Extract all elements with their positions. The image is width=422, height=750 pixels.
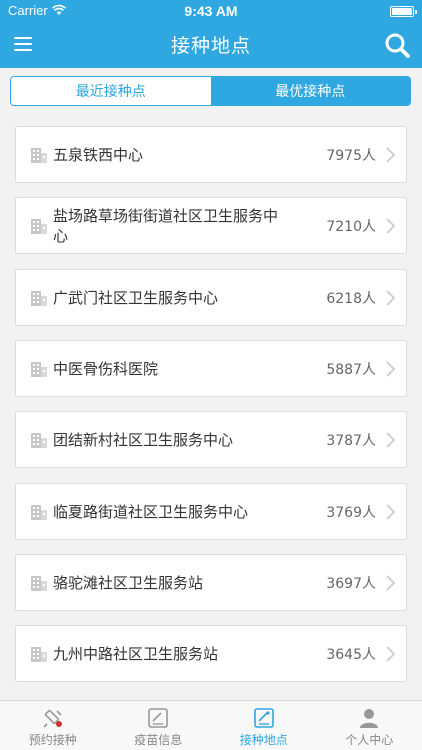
building-icon	[31, 504, 47, 520]
status-time: 9:43 AM	[184, 3, 238, 19]
chevron-right-icon	[386, 146, 395, 163]
building-icon	[31, 575, 47, 591]
site-filter-segment: 最近接种点 最优接种点	[10, 76, 411, 106]
tab-sites[interactable]: 接种地点	[211, 701, 317, 750]
tab-profile[interactable]: 个人中心	[317, 701, 422, 750]
site-name: 九州中路社区卫生服务站	[53, 644, 219, 663]
site-card[interactable]: 盐场路草场街街道社区卫生服务中心 7210人	[15, 197, 407, 254]
building-icon	[31, 361, 47, 377]
tab-label-sites: 接种地点	[239, 733, 288, 747]
site-card[interactable]: 中医骨伤科医院 5887人	[15, 340, 407, 397]
site-name: 临夏路街道社区卫生服务中心	[53, 502, 249, 521]
site-card[interactable]: 团结新村社区卫生服务中心 3787人	[15, 411, 407, 468]
site-name: 五泉铁西中心	[53, 145, 144, 164]
location-board-icon	[253, 708, 274, 728]
tab-appointment[interactable]: 预约接种	[0, 701, 106, 750]
site-count: 3769人	[326, 504, 376, 521]
site-name: 盐场路草场街街道社区卫生服务中心	[53, 206, 279, 245]
site-card[interactable]: 九州中路社区卫生服务站 3645人	[15, 625, 407, 682]
chevron-right-icon	[386, 645, 395, 662]
tab-label-profile: 个人中心	[345, 733, 394, 747]
site-card[interactable]: 五泉铁西中心 7975人	[15, 126, 407, 183]
site-card[interactable]: 广武门社区卫生服务中心 6218人	[15, 269, 407, 326]
person-icon	[360, 709, 379, 728]
site-count: 3697人	[326, 575, 376, 592]
site-count: 6218人	[326, 290, 376, 307]
site-count: 3787人	[326, 432, 376, 449]
tab-bar: 预约接种 疫苗信息 接种地点 个人中心	[0, 700, 422, 750]
site-name: 中医骨伤科医院	[53, 359, 159, 378]
site-count: 7975人	[326, 147, 376, 164]
nav-bar: 接种地点	[0, 22, 422, 68]
search-icon[interactable]	[384, 32, 410, 58]
tab-label-vaccine-info: 疫苗信息	[134, 733, 183, 747]
site-name: 团结新村社区卫生服务中心	[53, 430, 234, 449]
chevron-right-icon	[386, 574, 395, 591]
chevron-right-icon	[386, 217, 395, 234]
site-name: 广武门社区卫生服务中心	[53, 288, 219, 307]
tab-best-sites[interactable]: 最优接种点	[210, 77, 410, 105]
syringe-icon	[43, 709, 62, 728]
site-count: 5887人	[326, 361, 376, 378]
page-title: 接种地点	[170, 35, 251, 57]
site-count: 3645人	[326, 646, 376, 663]
tab-vaccine-info[interactable]: 疫苗信息	[106, 701, 212, 750]
vaccine-info-icon	[148, 708, 169, 728]
building-icon	[31, 432, 47, 448]
tab-label-appointment: 预约接种	[28, 733, 77, 747]
site-card[interactable]: 骆驼滩社区卫生服务站 3697人	[15, 554, 407, 611]
tab-nearest-sites[interactable]: 最近接种点	[11, 77, 211, 105]
chevron-right-icon	[386, 289, 395, 306]
site-name: 骆驼滩社区卫生服务站	[53, 573, 204, 592]
building-icon	[31, 147, 47, 163]
site-count: 7210人	[326, 218, 376, 235]
chevron-right-icon	[386, 503, 395, 520]
chevron-right-icon	[386, 360, 395, 377]
chevron-right-icon	[386, 431, 395, 448]
site-card[interactable]: 临夏路街道社区卫生服务中心 3769人	[15, 483, 407, 540]
building-icon	[31, 218, 47, 234]
building-icon	[31, 646, 47, 662]
building-icon	[31, 290, 47, 306]
battery-icon	[390, 6, 417, 17]
status-bar: Carrier 9:43 AM	[0, 0, 422, 22]
header-bar: Carrier 9:43 AM 接种地点	[0, 0, 422, 68]
